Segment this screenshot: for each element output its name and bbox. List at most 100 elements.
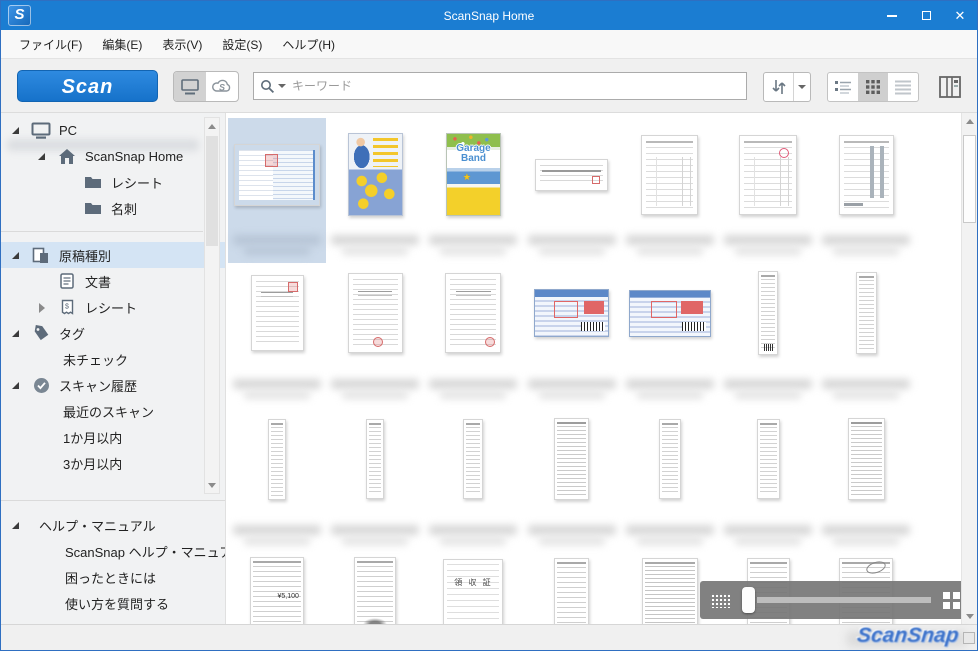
sidebar-item[interactable]: 文書 (1, 268, 203, 294)
resize-grip[interactable] (963, 632, 975, 644)
close-button[interactable]: ✕ (943, 1, 977, 30)
blurred-caption (722, 379, 814, 403)
zoom-slider-track[interactable] (757, 597, 931, 603)
scroll-up-button[interactable] (205, 118, 219, 134)
collapse-arrow-icon[interactable] (35, 300, 49, 314)
document-tile[interactable] (424, 407, 522, 553)
sidebar-item[interactable]: 最近のスキャン (1, 398, 203, 424)
sidebar-item[interactable]: ヘルプ・マニュアル (1, 512, 225, 538)
menu-item-1[interactable]: 編集(E) (92, 32, 152, 57)
detail-view-button[interactable] (888, 73, 918, 101)
sidebar-item[interactable]: レシート (1, 169, 203, 195)
menu-item-3[interactable]: 設定(S) (212, 32, 272, 57)
document-tile[interactable] (817, 263, 915, 407)
expand-arrow-icon[interactable] (35, 149, 49, 163)
expand-arrow-icon[interactable] (9, 378, 23, 392)
document-tile[interactable] (424, 263, 522, 407)
sidebar-item-label: 原稿種別 (59, 246, 111, 265)
panel-layout-button[interactable] (936, 73, 964, 101)
document-thumbnail-receipt-med (554, 418, 589, 500)
svg-text:$: $ (65, 304, 69, 311)
sidebar-item[interactable]: スキャン履歴 (1, 372, 203, 398)
blurred-caption (231, 235, 323, 259)
scrollbar-thumb[interactable] (206, 136, 218, 246)
sidebar-item[interactable]: ScanSnap ヘルプ・マニュアル (1, 538, 225, 564)
caption-line (539, 537, 605, 545)
arrow-spacer (35, 456, 49, 470)
maximize-button[interactable] (909, 1, 943, 30)
menu-item-0[interactable]: ファイル(F) (9, 32, 92, 57)
expand-arrow-icon[interactable] (9, 518, 23, 532)
caption-line (822, 379, 910, 389)
document-tile[interactable] (719, 118, 817, 263)
document-tile[interactable] (326, 263, 424, 407)
sidebar-item[interactable]: 1か月以内 (1, 424, 203, 450)
expand-arrow-icon[interactable] (9, 248, 23, 262)
search-input[interactable] (290, 78, 740, 94)
scan-button[interactable]: Scan (17, 70, 158, 102)
sidebar-item[interactable]: 原稿種別 (1, 242, 225, 268)
expand-arrow-icon[interactable] (9, 123, 23, 137)
sidebar-item[interactable]: 名刺 (1, 195, 203, 221)
thumbnail-container (719, 407, 817, 511)
document-tile[interactable] (326, 118, 424, 263)
arrow-spacer (35, 274, 49, 288)
title-bar: S ScanSnap Home ✕ (1, 1, 977, 30)
cloud-destination-button[interactable]: S (206, 72, 238, 101)
sidebar-item[interactable]: ScanSnap Home (1, 143, 203, 169)
document-tile[interactable] (523, 407, 621, 553)
document-tile[interactable] (523, 118, 621, 263)
list-view-button[interactable] (828, 73, 858, 101)
document-tile[interactable]: 領 収 証 (424, 553, 522, 624)
document-tile[interactable] (621, 407, 719, 553)
document-tile[interactable] (523, 553, 621, 624)
blurred-caption (820, 379, 912, 403)
expand-arrow-icon[interactable] (9, 326, 23, 340)
document-tile[interactable] (817, 118, 915, 263)
search-dropdown-caret[interactable] (278, 84, 286, 92)
document-tile[interactable] (326, 407, 424, 553)
document-tile[interactable] (621, 263, 719, 407)
pc-destination-button[interactable] (174, 72, 206, 101)
zoom-slider-handle[interactable] (742, 587, 755, 613)
sidebar-item[interactable]: $レシート (1, 294, 203, 320)
document-tile[interactable] (228, 407, 326, 553)
document-tile[interactable] (719, 263, 817, 407)
thumbnail-container (719, 263, 817, 363)
scroll-down-button[interactable] (962, 608, 977, 624)
document-thumbnail-invoice-lines (641, 135, 698, 215)
document-list-panel: Garage Band ¥5,100 領 収 証 (226, 113, 977, 624)
grid-row (228, 263, 961, 407)
blurred-caption (427, 235, 519, 259)
grid-view-button[interactable] (858, 73, 888, 101)
document-tile[interactable] (326, 553, 424, 624)
sidebar-item[interactable]: PC (1, 117, 203, 143)
content-scrollbar[interactable] (961, 113, 977, 624)
sidebar-item[interactable]: 未チェック (1, 346, 203, 372)
menu-item-2[interactable]: 表示(V) (152, 32, 212, 57)
document-tile[interactable] (719, 407, 817, 553)
minimize-button[interactable] (875, 1, 909, 30)
document-thumbnail-invoice-stamp (739, 135, 797, 215)
scroll-down-button[interactable] (205, 477, 219, 493)
scrollbar-thumb[interactable] (963, 135, 976, 223)
menu-item-4[interactable]: ヘルプ(H) (272, 32, 345, 57)
document-tile[interactable]: ¥5,100 (228, 553, 326, 624)
sidebar-item[interactable]: 困ったときには (1, 564, 225, 590)
blurred-caption (231, 525, 323, 549)
sidebar-item[interactable]: 3か月以内 (1, 450, 203, 476)
sidebar-item-label: PC (59, 123, 77, 138)
document-tile[interactable] (228, 263, 326, 407)
document-thumbnail-doc-stamp (445, 273, 501, 353)
sort-order-button[interactable] (764, 73, 794, 101)
document-tile[interactable] (523, 263, 621, 407)
sort-dropdown-button[interactable] (794, 73, 810, 101)
sidebar-item[interactable]: 使い方を質問する (1, 590, 225, 616)
document-tile[interactable] (621, 118, 719, 263)
sidebar-scrollbar[interactable] (204, 117, 220, 494)
scroll-up-button[interactable] (962, 113, 977, 129)
document-tile[interactable] (228, 118, 326, 263)
document-tile[interactable] (817, 407, 915, 553)
sidebar-item[interactable]: タグ (1, 320, 203, 346)
document-tile[interactable]: Garage Band (424, 118, 522, 263)
